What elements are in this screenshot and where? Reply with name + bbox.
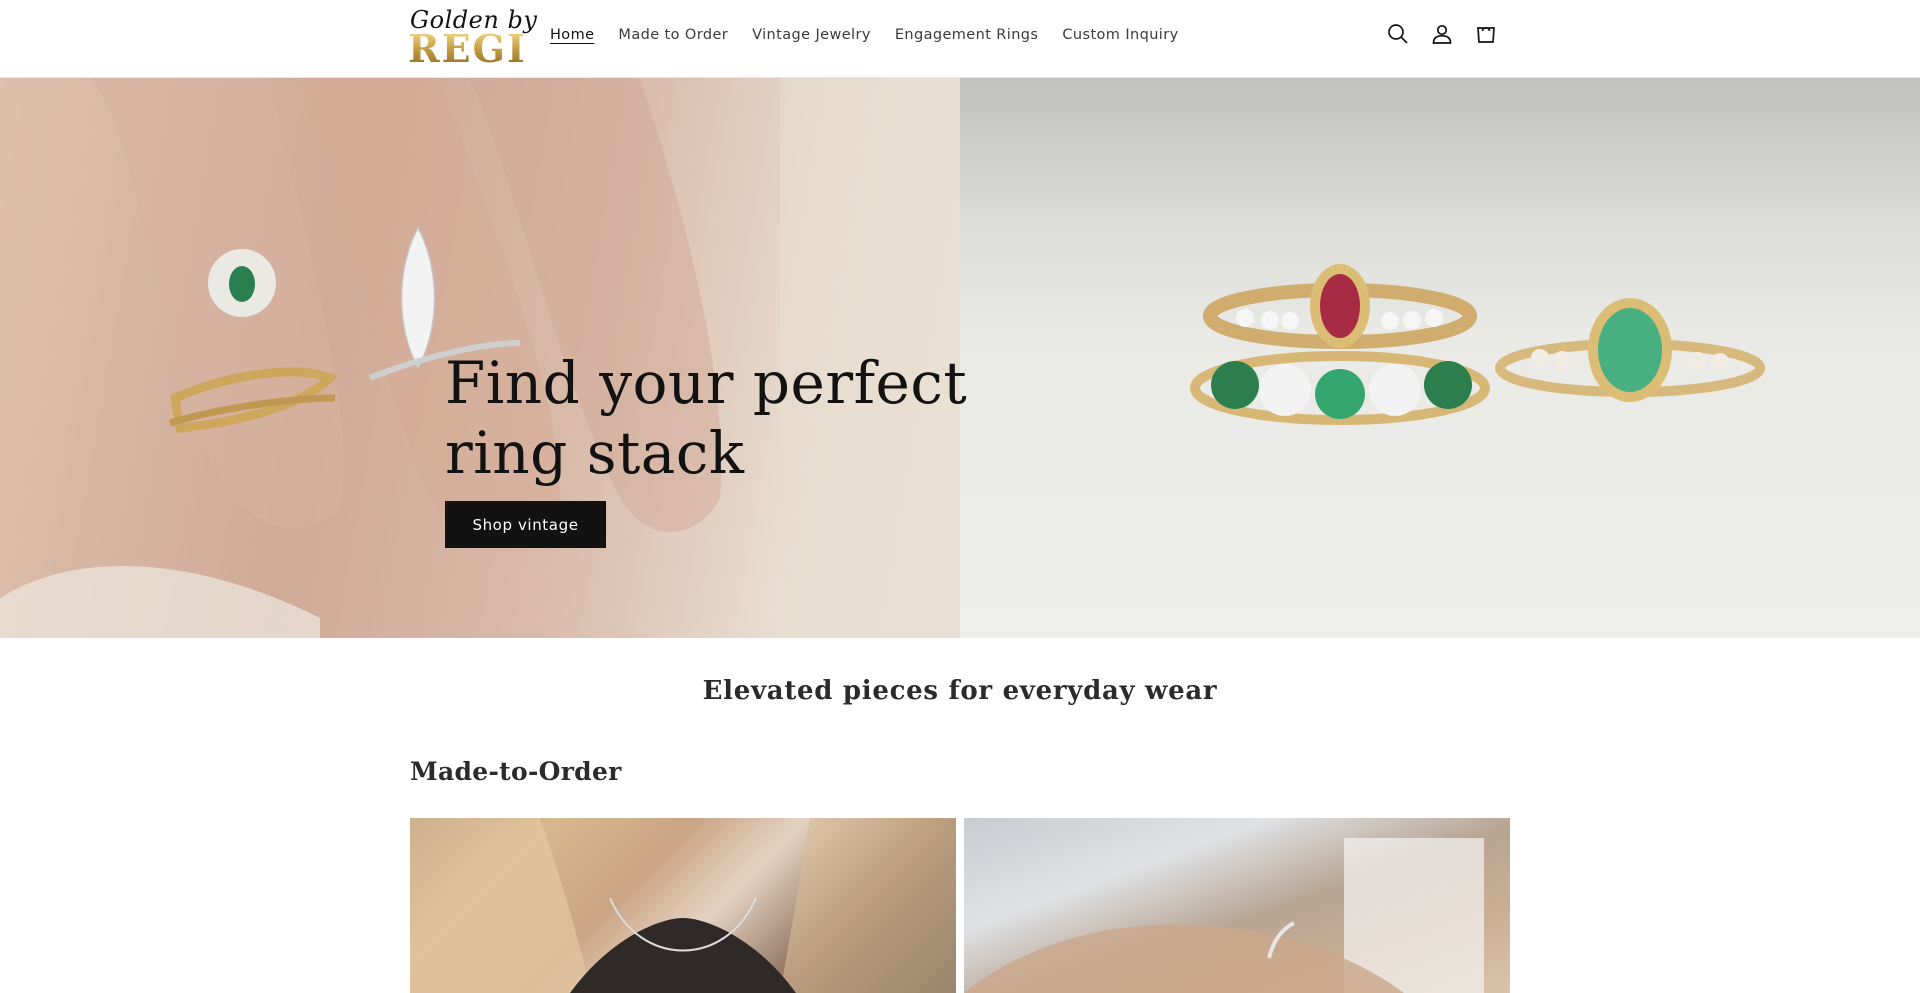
product-card-image-necklace[interactable] [410,818,956,993]
bracelet-photo-illustration [964,838,1484,993]
search-icon[interactable] [1386,22,1410,46]
nav-item-engagement-rings[interactable]: Engagement Rings [883,27,1051,43]
necklace-photo-illustration [410,818,956,993]
nav-item-made-to-order[interactable]: Made to Order [606,27,740,43]
site-header: Golden by REGI Home Made to Order Vintag… [0,0,1920,78]
nav-item-custom-inquiry[interactable]: Custom Inquiry [1050,27,1190,43]
hero-title: Find your perfect ring stack [445,349,968,487]
nav-item-home[interactable]: Home [538,27,606,43]
logo-mark: REGI [408,26,527,71]
header-icons [1386,22,1498,46]
cart-icon[interactable] [1474,22,1498,46]
account-icon[interactable] [1430,22,1454,46]
logo[interactable]: Golden by REGI [408,6,537,72]
main-nav: Home Made to Order Vintage Jewelry Engag… [538,27,1191,43]
nav-item-vintage-jewelry[interactable]: Vintage Jewelry [740,27,883,43]
hero-banner: Find your perfect ring stack Shop vintag… [0,78,1920,638]
tagline-heading: Elevated pieces for everyday wear [702,676,1218,706]
section-title-made-to-order: Made-to-Order [410,757,622,786]
product-card-image-bracelet[interactable] [964,818,1510,993]
shop-vintage-button[interactable]: Shop vintage [445,501,606,548]
